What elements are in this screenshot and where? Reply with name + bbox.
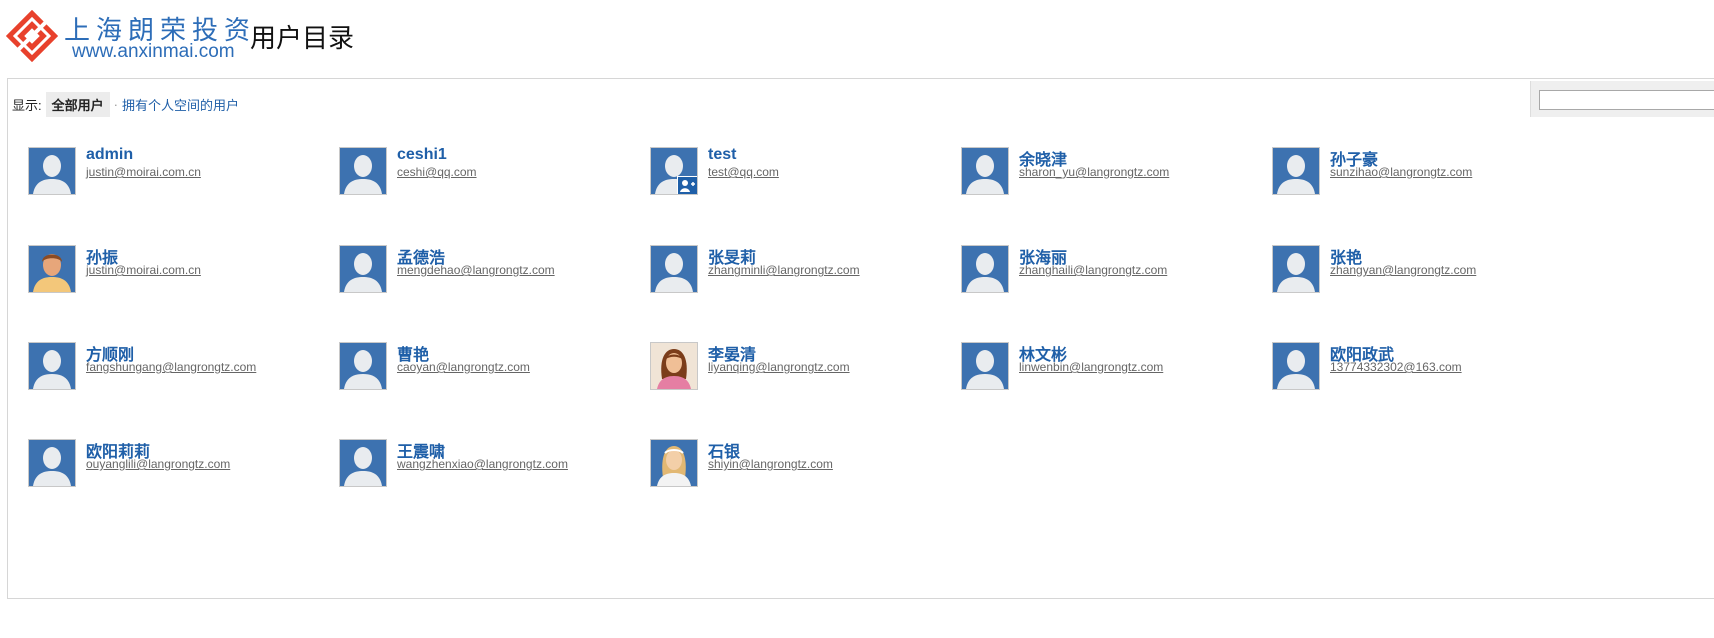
user-email-link[interactable]: shiyin@langrongtz.com — [708, 457, 833, 471]
filter-all-users[interactable]: 全部用户 — [45, 92, 110, 117]
user-card[interactable]: 方顺刚 fangshungang@langrongtz.com — [28, 342, 348, 394]
user-email-link[interactable]: justin@moirai.com.cn — [86, 263, 201, 277]
filter-label: 显示: — [12, 98, 42, 113]
user-avatar[interactable] — [339, 342, 387, 390]
user-name-link[interactable]: admin — [86, 146, 133, 164]
user-card[interactable]: 孙振 justin@moirai.com.cn — [28, 245, 348, 297]
user-card[interactable]: 石银 shiyin@langrongtz.com — [650, 439, 970, 491]
user-email-link[interactable]: mengdehao@langrongtz.com — [397, 263, 555, 277]
user-email-link[interactable]: zhanghaili@langrongtz.com — [1019, 263, 1167, 277]
user-card[interactable]: 李晏清 liyanqing@langrongtz.com — [650, 342, 970, 394]
filter-users-with-space-link[interactable]: 拥有个人空间的用户 — [122, 95, 239, 114]
user-email-link[interactable]: ouyanglili@langrongtz.com — [86, 457, 230, 471]
user-avatar[interactable] — [339, 439, 387, 487]
user-card[interactable]: ceshi1 ceshi@qq.com — [339, 146, 659, 199]
user-avatar[interactable] — [28, 342, 76, 390]
user-avatar[interactable] — [28, 147, 76, 195]
company-logo-icon — [6, 10, 58, 62]
user-email-link[interactable]: 13774332302@163.com — [1330, 360, 1462, 374]
user-email-link[interactable]: wangzhenxiao@langrongtz.com — [397, 457, 568, 471]
header: 上海朗荣投资 www.anxinmai.com 用户目录 — [0, 0, 1714, 76]
user-name-link[interactable]: test — [708, 146, 736, 164]
user-avatar[interactable] — [961, 147, 1009, 195]
user-card[interactable]: 曹艳 caoyan@langrongtz.com — [339, 342, 659, 394]
user-avatar[interactable] — [1272, 245, 1320, 293]
user-avatar[interactable] — [1272, 147, 1320, 195]
user-card[interactable]: 张艳 zhangyan@langrongtz.com — [1272, 245, 1592, 297]
user-card[interactable]: 孟德浩 mengdehao@langrongtz.com — [339, 245, 659, 297]
user-avatar[interactable] — [961, 342, 1009, 390]
user-email-link[interactable]: liyanqing@langrongtz.com — [708, 360, 850, 374]
user-avatar[interactable] — [961, 245, 1009, 293]
user-card[interactable]: 王震啸 wangzhenxiao@langrongtz.com — [339, 439, 659, 491]
filter-bar: 显示: 全部用户 · 拥有个人空间的用户 — [12, 92, 239, 117]
user-card[interactable]: 张旻莉 zhangminli@langrongtz.com — [650, 245, 970, 297]
user-card[interactable]: admin justin@moirai.com.cn — [28, 146, 348, 199]
user-avatar[interactable] — [650, 439, 698, 487]
page-title: 用户目录 — [250, 24, 355, 54]
user-card[interactable]: 林文彬 linwenbin@langrongtz.com — [961, 342, 1281, 394]
filter-separator: · — [113, 97, 118, 112]
user-directory-panel: 显示: 全部用户 · 拥有个人空间的用户 admin justin@moirai.… — [7, 78, 1714, 599]
user-avatar[interactable] — [650, 147, 698, 195]
user-card[interactable]: 孙子豪 sunzihao@langrongtz.com — [1272, 147, 1592, 199]
user-email-link[interactable]: test@qq.com — [708, 165, 779, 179]
user-email-link[interactable]: sharon_yu@langrongtz.com — [1019, 165, 1169, 179]
user-card[interactable]: 余晓津 sharon_yu@langrongtz.com — [961, 147, 1281, 199]
user-email-link[interactable]: zhangminli@langrongtz.com — [708, 263, 860, 277]
search-input[interactable] — [1539, 90, 1714, 110]
user-avatar[interactable] — [28, 245, 76, 293]
user-avatar[interactable] — [650, 245, 698, 293]
user-card[interactable]: test test@qq.com — [650, 146, 970, 199]
user-avatar[interactable] — [28, 439, 76, 487]
search-area — [1530, 81, 1714, 117]
user-avatar[interactable] — [339, 147, 387, 195]
user-badge-icon — [677, 176, 697, 194]
user-email-link[interactable]: zhangyan@langrongtz.com — [1330, 263, 1476, 277]
user-email-link[interactable]: ceshi@qq.com — [397, 165, 477, 179]
user-avatar[interactable] — [1272, 342, 1320, 390]
user-card[interactable]: 张海丽 zhanghaili@langrongtz.com — [961, 245, 1281, 297]
user-avatar[interactable] — [339, 245, 387, 293]
user-avatar[interactable] — [650, 342, 698, 390]
user-card[interactable]: 欧阳莉莉 ouyanglili@langrongtz.com — [28, 439, 348, 491]
user-email-link[interactable]: justin@moirai.com.cn — [86, 165, 201, 179]
user-name-link[interactable]: ceshi1 — [397, 146, 447, 164]
user-email-link[interactable]: linwenbin@langrongtz.com — [1019, 360, 1163, 374]
user-email-link[interactable]: fangshungang@langrongtz.com — [86, 360, 256, 374]
user-email-link[interactable]: caoyan@langrongtz.com — [397, 360, 530, 374]
user-email-link[interactable]: sunzihao@langrongtz.com — [1330, 165, 1472, 179]
logo-website: www.anxinmai.com — [72, 41, 235, 62]
user-card[interactable]: 欧阳政武 13774332302@163.com — [1272, 342, 1592, 394]
